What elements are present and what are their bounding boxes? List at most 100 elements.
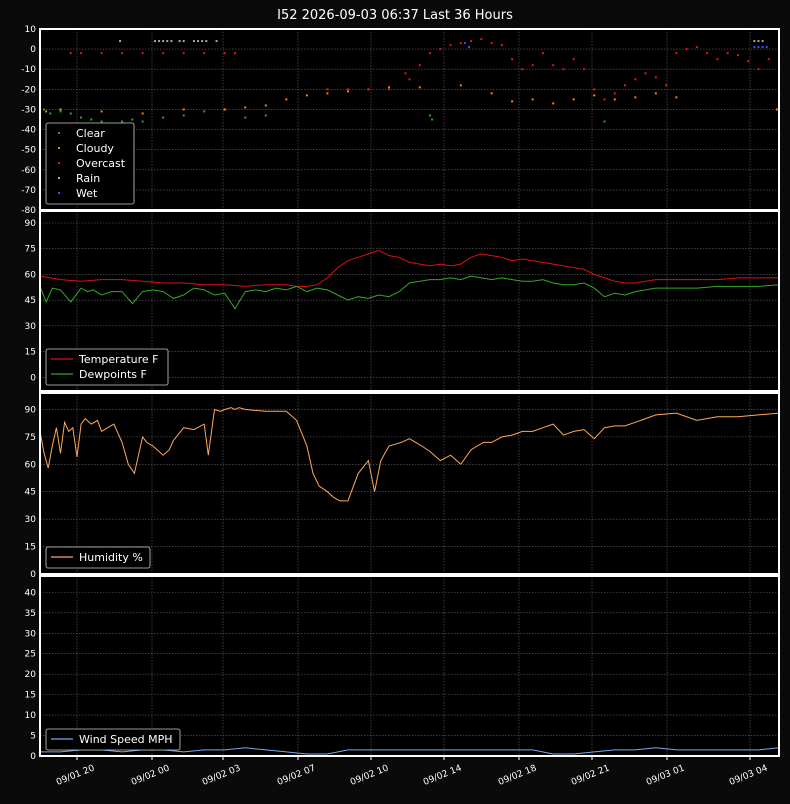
- panel-3-ytick-label: 40: [25, 588, 37, 598]
- panel-0-ytick-label: -60: [21, 166, 36, 176]
- series-overcast-point: [367, 88, 370, 91]
- panel-0-ytick-label: 10: [25, 25, 37, 35]
- panel-2-ytick-label: 15: [25, 543, 36, 553]
- series-wet-point: [753, 46, 756, 49]
- series-overcast-point: [767, 58, 770, 61]
- series-overcast-point: [429, 52, 432, 55]
- series-overcast-point: [675, 52, 678, 55]
- panel-3-ytick-label: 15: [25, 691, 36, 701]
- series-overcast-point: [69, 52, 72, 55]
- series-overcast-point: [418, 64, 421, 67]
- panel-3-ytick-label: 10: [25, 711, 37, 721]
- series-cloudy-point: [572, 98, 575, 101]
- panel-1-ytick-label: 60: [25, 270, 37, 280]
- panel-1-ytick-label: 45: [25, 296, 36, 306]
- legend-label-0-2: Overcast: [76, 157, 126, 170]
- panel-0-ytick-label: 0: [30, 45, 36, 55]
- series-wet-point: [468, 46, 471, 49]
- series-cloudy-point: [244, 106, 247, 109]
- series-overcast-point: [521, 68, 524, 71]
- series-overcast-point: [203, 52, 206, 55]
- series-cloudy-point: [182, 108, 185, 111]
- series-cloudy-point: [326, 92, 329, 95]
- legend-marker-cloudy: [58, 147, 60, 149]
- series-clear-point: [121, 120, 124, 123]
- series-cloudy-point: [634, 96, 637, 99]
- panel-1-ytick-label: 15: [25, 348, 36, 358]
- panel-0-ytick-label: -10: [21, 65, 36, 75]
- panel-1-ytick-label: 75: [25, 245, 36, 255]
- chart-svg: 10 0 -10 -20 -30 -40 -50 -60 -70 -80 Clear Cloudy Ov…: [21, 25, 780, 788]
- panel-3-ytick-label: 35: [25, 609, 36, 619]
- series-overcast-point: [634, 78, 637, 81]
- x-tick-label: 09/03 01: [645, 764, 686, 788]
- series-rain-point: [761, 40, 764, 43]
- series-overcast-point: [449, 44, 452, 47]
- series-cloudy-point: [613, 98, 616, 101]
- series-rain-point: [166, 40, 169, 43]
- series-rain-point: [178, 40, 181, 43]
- series-overcast-point: [593, 88, 596, 91]
- series-cloudy-point: [675, 96, 678, 99]
- series-cloudy-point: [223, 108, 226, 111]
- panel-1-ytick-label: 30: [25, 322, 37, 332]
- panel-1-ytick-label: 0: [30, 373, 36, 383]
- series-rain-point: [119, 40, 122, 43]
- panel-2-ytick-label: 30: [25, 515, 37, 525]
- series-overcast-point: [552, 64, 555, 67]
- legend-marker-wet: [58, 192, 60, 194]
- series-overcast-point: [470, 40, 473, 43]
- panel-0-ytick-label: -20: [21, 85, 36, 95]
- panel-2-ytick-label: 90: [25, 405, 37, 415]
- series-overcast-point: [326, 88, 329, 91]
- series-overcast-point: [624, 84, 627, 87]
- series-clear-point: [69, 112, 72, 115]
- series-overcast-point: [562, 68, 565, 71]
- series-overcast-point: [665, 84, 668, 87]
- legend-label-0-0: Clear: [76, 127, 105, 140]
- series-overcast-point: [736, 54, 739, 57]
- series-cloudy-point: [141, 112, 144, 115]
- series-rain-point: [170, 40, 173, 43]
- series-overcast-point: [716, 58, 719, 61]
- series-cloudy-point: [531, 98, 534, 101]
- series-rain-point: [153, 40, 156, 43]
- series-clear-point: [49, 112, 52, 115]
- series-overcast-point: [404, 72, 407, 75]
- series-wet-point: [765, 46, 768, 49]
- legend-label-0-1: Cloudy: [76, 142, 114, 155]
- series-overcast-point: [182, 52, 185, 55]
- series-cloudy-point: [45, 110, 48, 113]
- panel-2-ytick-label: 60: [25, 460, 37, 470]
- legend-label-2-0: Humidity %: [79, 551, 143, 564]
- x-tick-label: 09/02 03: [201, 764, 242, 788]
- series-overcast-point: [706, 52, 709, 55]
- series-overcast-point: [346, 88, 349, 91]
- series-cloudy-point: [511, 100, 514, 103]
- x-tick-label: 09/02 07: [276, 764, 317, 788]
- panel-3-ytick-label: 25: [25, 650, 36, 660]
- series-wet-point: [757, 46, 760, 49]
- series-clear-point: [431, 118, 434, 121]
- series-overcast-point: [654, 76, 657, 79]
- series-overcast-point: [511, 58, 514, 61]
- series-clear-point: [264, 114, 267, 117]
- series-clear-point: [80, 116, 83, 119]
- series-clear-point: [131, 118, 134, 121]
- series-overcast-point: [121, 52, 124, 55]
- series-overcast-point: [162, 52, 165, 55]
- series-cloudy-point: [305, 94, 308, 97]
- series-overcast-point: [582, 68, 585, 71]
- x-tick-label: 09/02 00: [130, 763, 171, 787]
- x-tick-label: 09/02 21: [570, 764, 611, 788]
- x-tick-label: 09/02 18: [497, 763, 538, 787]
- panel-2-ytick-label: 45: [25, 488, 36, 498]
- series-overcast-point: [223, 52, 226, 55]
- series-clear-point: [43, 108, 46, 111]
- series-overcast-point: [531, 64, 534, 67]
- series-clear-point: [203, 110, 206, 113]
- series-overcast-point: [644, 72, 647, 75]
- series-cloudy-point: [100, 110, 103, 113]
- series-overcast-point: [757, 68, 760, 71]
- series-overcast-point: [141, 52, 144, 55]
